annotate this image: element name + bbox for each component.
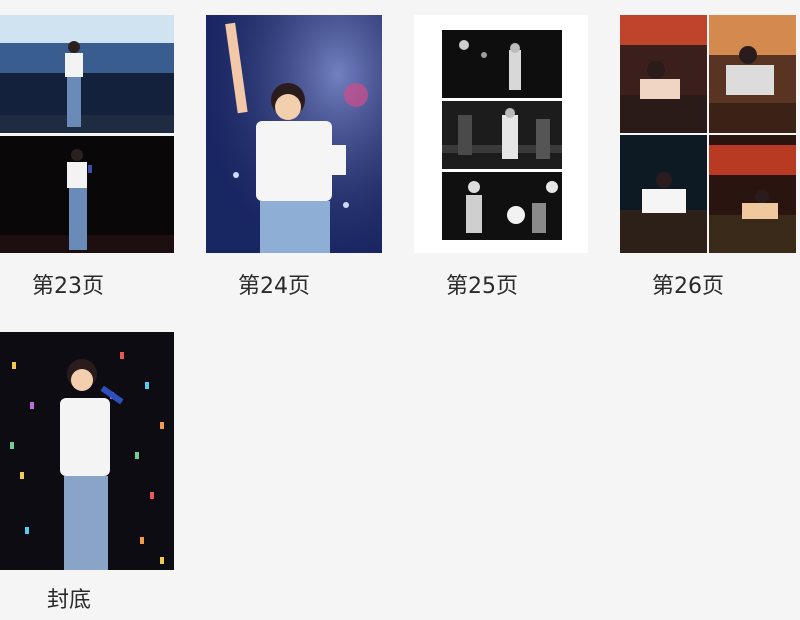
photo-image: [414, 15, 588, 253]
photo-image: [206, 15, 382, 253]
page-thumbnail-24[interactable]: [206, 15, 382, 253]
page-tile-23[interactable]: 第23页: [0, 0, 200, 320]
page-label: 第24页: [238, 274, 310, 299]
photo-image: [0, 332, 174, 570]
page-label: 封底: [47, 588, 92, 613]
page-thumbnail-23[interactable]: [0, 15, 174, 253]
photo-image: [620, 15, 796, 253]
page-thumbnail-25[interactable]: [414, 15, 588, 253]
photo-image: [0, 15, 174, 253]
page-label: 第25页: [446, 274, 518, 299]
page-thumbnail-26[interactable]: [620, 15, 796, 253]
page-tile-24[interactable]: 第24页: [206, 0, 406, 320]
page-tile-26[interactable]: 第26页: [620, 0, 800, 320]
page-tile-back-cover[interactable]: 封底: [0, 325, 200, 620]
page-tile-25[interactable]: 第25页: [414, 0, 614, 320]
page-thumbnail-back-cover[interactable]: [0, 332, 174, 570]
page-label: 第23页: [32, 274, 104, 299]
page-label: 第26页: [652, 274, 724, 299]
